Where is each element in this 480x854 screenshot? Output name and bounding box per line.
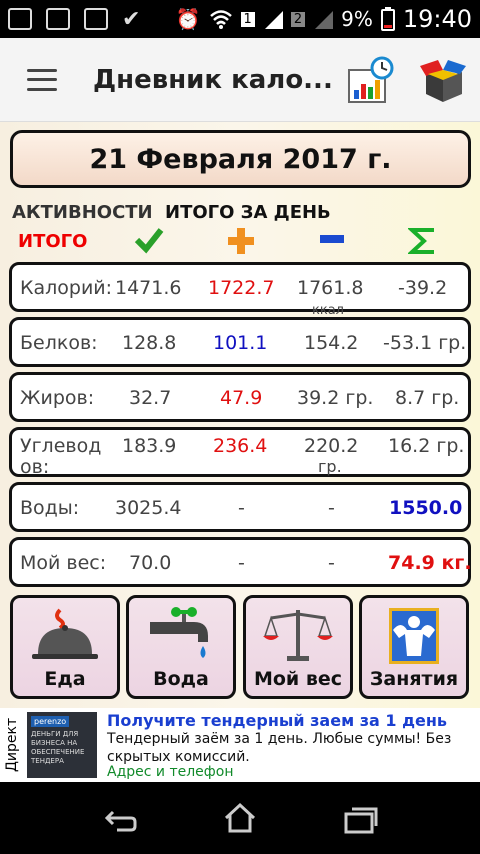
ad-banner[interactable]: Директ perenzo ДЕНЬГИ ДЛЯ БИЗНЕСА НА ОБЕ… (0, 708, 480, 782)
sigma-icon (408, 228, 434, 254)
row-calories: Калорий: 1471.6 1722.7 1761.8 ккал -39.2 (9, 262, 471, 318)
cell-activity: 3025.4 (115, 497, 182, 519)
home-icon[interactable] (222, 802, 258, 834)
row-weight: Мой вес: 70.0 - - 74.9 кг. (9, 537, 472, 587)
row-protein: Белков: 128.8 101.1 154.2 -53.1 гр. (9, 317, 471, 367)
status-bar: ✔ ⏰ 1 2 9% 19:40 (0, 0, 480, 38)
ad-source-label: Директ (4, 717, 20, 773)
water-button[interactable]: Вода (126, 595, 236, 699)
row-label: Воды: (20, 497, 80, 519)
image-notification-icon (84, 8, 108, 30)
ad-link[interactable]: Адрес и телефон (107, 764, 233, 780)
app-bar: Дневник кало... (0, 38, 480, 122)
total-header: ИТОГО (18, 231, 88, 252)
activities-header: АКТИВНОСТИ (12, 202, 153, 223)
battery-percent: 9% (341, 7, 373, 31)
back-icon[interactable] (103, 806, 139, 832)
recent-apps-icon[interactable] (342, 806, 378, 834)
cell-plus: 47.9 (220, 387, 263, 409)
weight-button[interactable]: Мой вес (243, 595, 353, 699)
cell-activity: 128.8 (122, 332, 177, 354)
plus-icon (228, 228, 254, 254)
cell-minus-unit: гр. (318, 457, 342, 476)
cell-sum: 74.9 кг. (388, 552, 472, 574)
cell-plus: - (238, 497, 245, 519)
cell-plus: 101.1 (213, 332, 268, 354)
cell-minus: - (328, 497, 335, 519)
row-water: Воды: 3025.4 - - 1550.0 (9, 482, 471, 532)
sim2-badge: 2 (290, 11, 306, 27)
row-label: Белков: (20, 332, 98, 354)
total-day-header: ИТОГО ЗА ДЕНЬ (165, 202, 331, 223)
gallery-notification-icon (46, 8, 70, 30)
nav-bar (0, 782, 480, 854)
signal-icon (264, 11, 283, 29)
cell-activity: 32.7 (129, 387, 172, 409)
app-title: Дневник кало... (93, 64, 333, 95)
ad-text: Тендерный заём за 1 день. Любые суммы! Б… (107, 731, 452, 765)
stats-clock-icon[interactable] (346, 56, 396, 106)
cell-plus: 236.4 (213, 435, 268, 457)
cell-activity: 183.9 (122, 435, 177, 457)
date-selector[interactable]: 21 Февраля 2017 г. (10, 130, 471, 188)
food-button-label: Еда (44, 668, 86, 690)
athlete-icon (389, 608, 439, 664)
battery-icon (380, 7, 395, 31)
cell-plus: 1722.7 (208, 277, 275, 299)
water-button-label: Вода (153, 668, 209, 690)
row-label-cont: ов: (20, 456, 50, 478)
cell-sum: -39.2 (398, 277, 448, 299)
cell-minus: - (328, 552, 335, 574)
sport-button-label: Занятия (369, 668, 459, 690)
menu-icon[interactable] (27, 68, 57, 91)
alarm-icon: ⏰ (175, 7, 201, 31)
cell-activity: 1471.6 (115, 277, 182, 299)
sport-button[interactable]: Занятия (359, 595, 469, 699)
cell-sum: 8.7 гр. (395, 387, 460, 409)
box-icon[interactable] (418, 56, 468, 106)
cell-minus: 154.2 (304, 332, 359, 354)
cell-minus: 39.2 гр. (297, 387, 374, 409)
row-label: Углевод (20, 435, 102, 457)
cell-minus: 220.2 (304, 435, 359, 457)
scales-icon (263, 610, 333, 661)
cell-sum: -53.1 гр. (383, 332, 467, 354)
water-tap-icon (150, 607, 208, 658)
row-fat: Жиров: 32.7 47.9 39.2 гр. 8.7 гр. (9, 372, 471, 422)
app-notification-icon (8, 8, 32, 30)
ad-image-brand: perenzo (31, 716, 70, 727)
minus-icon (320, 235, 344, 243)
cell-minus: 1761.8 (297, 277, 364, 299)
wifi-icon (209, 10, 232, 29)
check-icon (134, 228, 164, 254)
signal-off-icon (315, 11, 334, 29)
food-button[interactable]: Еда (10, 595, 120, 699)
cell-sum: 16.2 гр. (388, 435, 465, 457)
row-label: Жиров: (20, 387, 95, 409)
cell-sum: 1550.0 (389, 497, 463, 519)
food-cloche-icon (32, 608, 98, 659)
clock: 19:40 (402, 5, 472, 33)
cell-plus: - (238, 552, 245, 574)
row-carbs: Углевод ов: 183.9 236.4 220.2 гр. 16.2 г… (9, 427, 471, 478)
sim1-badge: 1 (240, 11, 255, 27)
cell-activity: 70.0 (129, 552, 172, 574)
check-notification-icon: ✔ (122, 6, 141, 32)
row-label: Калорий: (20, 277, 113, 299)
cell-minus-unit: ккал (312, 303, 344, 318)
ad-image[interactable]: perenzo ДЕНЬГИ ДЛЯ БИЗНЕСА НА ОБЕСПЕЧЕНИ… (27, 712, 97, 778)
row-label: Мой вес: (20, 552, 107, 574)
main-content: 21 Февраля 2017 г. АКТИВНОСТИ ИТОГО ЗА Д… (0, 122, 480, 708)
ad-image-text: ДЕНЬГИ ДЛЯ БИЗНЕСА НА ОБЕСПЕЧЕНИЕ ТЕНДЕР… (31, 730, 85, 765)
ad-title[interactable]: Получите тендерный заем за 1 день (107, 711, 447, 730)
weight-button-label: Мой вес (253, 668, 343, 690)
